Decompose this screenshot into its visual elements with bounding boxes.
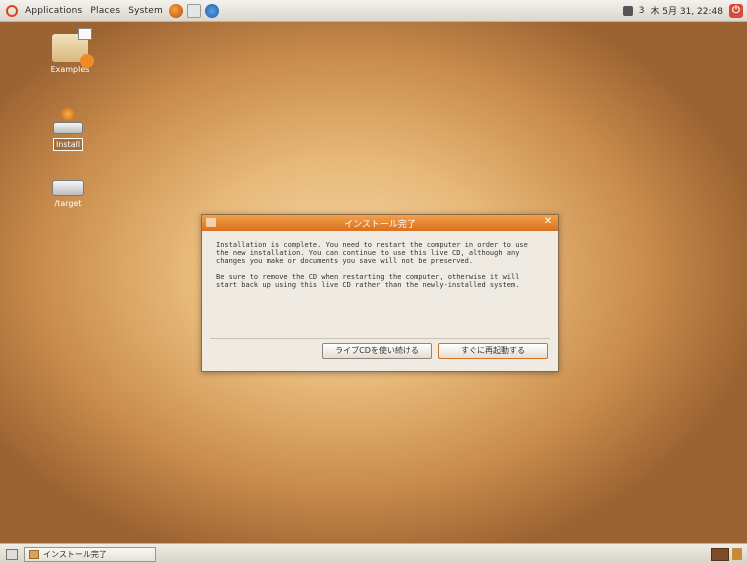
taskbar-item-label: インストール完了	[43, 549, 107, 559]
dialog-message-2: Be sure to remove the CD when restarting…	[216, 273, 520, 289]
trash-icon[interactable]	[732, 548, 742, 560]
desktop-icon-label: Install	[52, 138, 84, 151]
show-desktop-icon[interactable]	[6, 548, 18, 560]
dialog-separator	[210, 338, 550, 339]
ubuntu-logo-icon[interactable]	[6, 4, 18, 17]
drive-icon	[52, 180, 84, 196]
taskbar-item[interactable]: インストール完了	[24, 546, 156, 562]
dialog-body: Installation is complete. You need to re…	[202, 231, 558, 289]
menu-system[interactable]: System	[124, 6, 167, 16]
window-icon	[29, 549, 39, 559]
menu-applications[interactable]: Applications	[21, 6, 86, 16]
bottom-panel: インストール完了	[0, 543, 747, 564]
help-icon[interactable]	[204, 3, 219, 18]
install-complete-dialog: インストール完了 ✕ Installation is complete. You…	[201, 214, 559, 372]
restart-now-button[interactable]: すぐに再起動する	[438, 343, 548, 359]
firefox-icon[interactable]	[168, 3, 183, 18]
dialog-titlebar[interactable]: インストール完了 ✕	[202, 215, 558, 231]
desktop-icon-target[interactable]: /target	[36, 176, 100, 209]
desktop-icon-label: /target	[54, 199, 82, 208]
install-icon	[53, 108, 83, 136]
dialog-title: インストール完了	[344, 219, 416, 230]
dialog-message-1: Installation is complete. You need to re…	[216, 241, 528, 265]
desktop-icon-install[interactable]: Install	[36, 108, 100, 151]
clock[interactable]: 木 5月 31, 22:48	[650, 4, 723, 17]
top-panel: Applications Places System 3 木 5月 31, 22…	[0, 0, 747, 22]
window-menu-icon[interactable]	[206, 218, 216, 227]
workspace-switcher[interactable]	[711, 547, 729, 561]
mail-icon[interactable]	[186, 3, 201, 18]
user-indicator: 3	[638, 5, 645, 16]
continue-live-cd-button[interactable]: ライブCDを使い続ける	[322, 343, 432, 359]
folder-icon	[52, 28, 94, 68]
network-icon[interactable]	[622, 5, 633, 16]
menu-places[interactable]: Places	[86, 6, 124, 16]
power-icon[interactable]: ⏻	[729, 3, 743, 18]
close-icon[interactable]: ✕	[542, 216, 554, 228]
desktop-icon-examples[interactable]: Examples	[38, 28, 102, 75]
tray: 3 木 5月 31, 22:48 ⏻	[622, 3, 747, 18]
